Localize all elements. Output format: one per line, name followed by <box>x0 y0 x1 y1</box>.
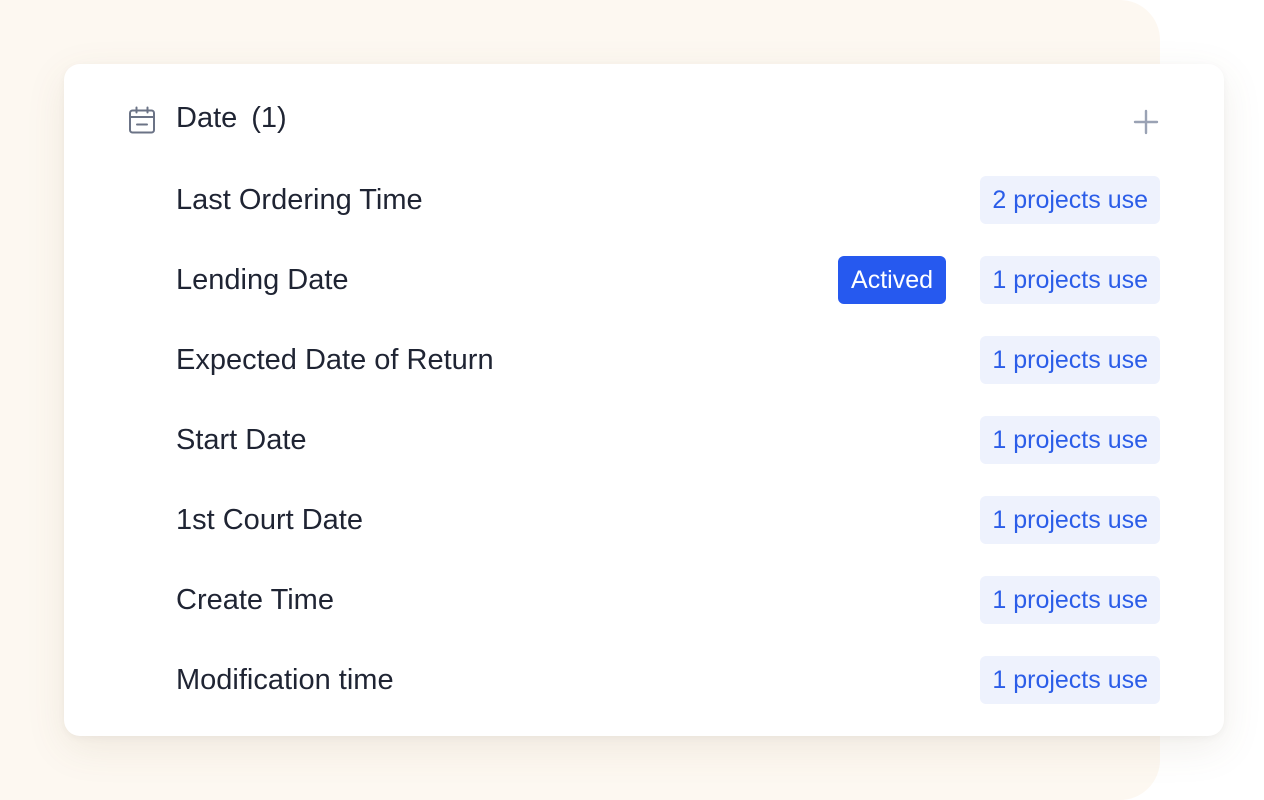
field-name: Start Date <box>176 424 307 456</box>
section-title: Date (1) <box>176 100 287 136</box>
field-row-expected-date-of-return[interactable]: Expected Date of Return 1 projects use <box>176 336 1160 384</box>
field-name: Expected Date of Return <box>176 344 494 376</box>
section-title-text: Date <box>176 102 238 134</box>
calendar-icon <box>129 106 155 134</box>
project-usage-badge[interactable]: 1 projects use <box>980 336 1160 384</box>
field-name: Lending Date <box>176 264 349 296</box>
field-row-1st-court-date[interactable]: 1st Court Date 1 projects use <box>176 496 1160 544</box>
field-row-create-time[interactable]: Create Time 1 projects use <box>176 576 1160 624</box>
section-header: Date (1) <box>64 64 1224 176</box>
project-usage-badge[interactable]: 1 projects use <box>980 496 1160 544</box>
project-usage-badge[interactable]: 1 projects use <box>980 576 1160 624</box>
date-fields-card: Date (1) Last Ordering Time 2 projects us… <box>64 64 1224 736</box>
field-name: Modification time <box>176 664 394 696</box>
field-name: 1st Court Date <box>176 504 363 536</box>
field-name: Create Time <box>176 584 334 616</box>
field-row-modification-time[interactable]: Modification time 1 projects use <box>176 656 1160 704</box>
field-name: Last Ordering Time <box>176 184 423 216</box>
status-badge: Actived <box>838 256 946 304</box>
section-count: (1) <box>251 102 287 134</box>
project-usage-badge[interactable]: 1 projects use <box>980 416 1160 464</box>
add-field-button[interactable] <box>1130 106 1162 138</box>
plus-icon <box>1133 109 1159 135</box>
field-row-start-date[interactable]: Start Date 1 projects use <box>176 416 1160 464</box>
field-row-lending-date[interactable]: Lending Date Actived 1 projects use <box>176 256 1160 304</box>
field-row-last-ordering-time[interactable]: Last Ordering Time 2 projects use <box>176 176 1160 224</box>
project-usage-badge[interactable]: 2 projects use <box>980 176 1160 224</box>
project-usage-badge[interactable]: 1 projects use <box>980 656 1160 704</box>
project-usage-badge[interactable]: 1 projects use <box>980 256 1160 304</box>
